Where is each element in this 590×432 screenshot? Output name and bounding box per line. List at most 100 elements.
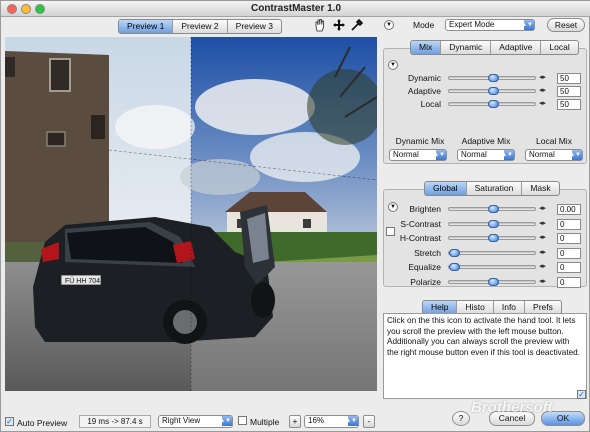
- global-value-field[interactable]: 0: [557, 276, 581, 288]
- chevron-down-icon: ▲▼: [433, 152, 445, 158]
- global-slider[interactable]: [448, 234, 536, 242]
- tab-preview-3[interactable]: Preview 3: [228, 20, 281, 33]
- tab-preview-2[interactable]: Preview 2: [173, 20, 228, 33]
- stepper-arrows-icon[interactable]: ◂▸: [539, 99, 546, 107]
- global-value-field[interactable]: 0: [557, 262, 581, 273]
- global-slider[interactable]: [448, 277, 536, 286]
- move-icon[interactable]: [332, 18, 346, 32]
- auto-preview-checkbox[interactable]: ✓: [5, 417, 14, 426]
- slider-knob[interactable]: [487, 74, 499, 82]
- slider-knob[interactable]: [487, 219, 499, 228]
- dynamic-mix-value: Normal: [393, 150, 419, 159]
- help-corner-checkbox[interactable]: ✓: [577, 390, 586, 399]
- mix-value-field[interactable]: 50: [557, 73, 581, 84]
- tab-saturation[interactable]: Saturation: [467, 182, 523, 195]
- global-slider-label: Polarize: [410, 276, 441, 287]
- mode-label: Mode: [413, 20, 435, 30]
- preview-tabs: Preview 1 Preview 2 Preview 3: [118, 19, 282, 34]
- local-mix-label: Local Mix: [536, 136, 572, 146]
- slider-knob[interactable]: [487, 234, 499, 242]
- global-slider-label: Equalize: [408, 262, 441, 272]
- global-value-field[interactable]: 0.00: [557, 204, 581, 215]
- slider-knob[interactable]: [487, 87, 499, 95]
- slider-knob[interactable]: [449, 263, 460, 271]
- stepper-arrows-icon[interactable]: ◂▸: [539, 219, 546, 227]
- global-slider[interactable]: [448, 263, 536, 271]
- global-slider-label: S-Contrast: [400, 218, 441, 229]
- global-value-field[interactable]: 0: [557, 233, 581, 244]
- help-text: Click on the this icon to activate the h…: [387, 316, 580, 357]
- stepper-arrows-icon[interactable]: ◂▸: [539, 73, 546, 81]
- multiple-label: Multiple: [250, 417, 280, 427]
- multiple-checkbox[interactable]: [238, 416, 247, 425]
- window-title: ContrastMaster 1.0: [250, 3, 342, 14]
- hand-icon[interactable]: [313, 18, 327, 32]
- global-value-field[interactable]: 0: [557, 218, 581, 230]
- local-mix-value: Normal: [529, 150, 555, 159]
- app-window: ContrastMaster 1.0 Preview 1 Preview 2 P…: [0, 0, 590, 432]
- chevron-down-icon: ▲▼: [345, 418, 357, 424]
- zoom-in-button[interactable]: +: [289, 415, 301, 428]
- mix-tabs: Mix Dynamic Adaptive Local: [410, 40, 579, 55]
- auto-preview-label: Auto Preview: [17, 418, 68, 428]
- mix-slider-label: Local: [420, 99, 441, 109]
- mix-disclosure-icon[interactable]: ▼: [388, 60, 398, 70]
- slider-knob[interactable]: [487, 277, 499, 286]
- dynamic-mix-label: Dynamic Mix: [395, 136, 445, 146]
- reset-button[interactable]: Reset: [547, 18, 585, 32]
- tab-local[interactable]: Local: [541, 41, 577, 54]
- stepper-arrows-icon[interactable]: ◂▸: [539, 86, 546, 94]
- stepper-arrows-icon[interactable]: ◂▸: [539, 248, 546, 256]
- image-preview[interactable]: FÜ HH 704: [5, 37, 377, 391]
- mix-slider[interactable]: [448, 100, 536, 108]
- help-button[interactable]: ?: [452, 411, 470, 426]
- mode-disclosure-icon[interactable]: ▼: [384, 20, 394, 30]
- watermark-logo: Brothersoft: [471, 399, 553, 416]
- mode-select-value: Expert Mode: [449, 20, 495, 29]
- stepper-arrows-icon[interactable]: ◂▸: [539, 262, 546, 270]
- minimize-window-button[interactable]: [21, 4, 31, 14]
- svg-text:FÜ HH 704: FÜ HH 704: [65, 277, 100, 285]
- stepper-arrows-icon[interactable]: ◂▸: [539, 277, 546, 285]
- tab-global[interactable]: Global: [425, 182, 467, 195]
- close-window-button[interactable]: [7, 4, 17, 14]
- global-slider[interactable]: [448, 205, 536, 213]
- global-slider[interactable]: [448, 219, 536, 228]
- dynamic-mix-select[interactable]: Normal ▲▼: [389, 149, 447, 161]
- tab-preview-1[interactable]: Preview 1: [119, 20, 174, 33]
- zoom-out-button[interactable]: -: [363, 415, 375, 428]
- stepper-arrows-icon[interactable]: ◂▸: [539, 204, 546, 212]
- view-select-value: Right View: [162, 416, 201, 425]
- zoom-value: 16%: [308, 416, 325, 425]
- tab-dynamic[interactable]: Dynamic: [441, 41, 492, 54]
- stepper-arrows-icon[interactable]: ◂▸: [539, 233, 546, 241]
- chevron-down-icon: ▲▼: [501, 152, 513, 158]
- tab-mask[interactable]: Mask: [522, 182, 558, 195]
- global-value-field[interactable]: 0: [557, 247, 581, 259]
- preview-photo: FÜ HH 704: [5, 37, 377, 391]
- slider-knob[interactable]: [487, 100, 499, 108]
- local-mix-select[interactable]: Normal ▲▼: [525, 149, 583, 161]
- mix-value-field[interactable]: 50: [557, 99, 581, 110]
- tab-adaptive[interactable]: Adaptive: [491, 41, 542, 54]
- zoom-window-button[interactable]: [35, 4, 45, 14]
- chevron-down-icon: ▲▼: [521, 22, 533, 28]
- adaptive-mix-select[interactable]: Normal ▲▼: [457, 149, 515, 161]
- mode-select[interactable]: Expert Mode ▲▼: [445, 19, 535, 31]
- adaptive-mix-label: Adaptive Mix: [461, 136, 511, 146]
- mix-value-field[interactable]: 50: [557, 86, 581, 97]
- global-slider[interactable]: [448, 248, 536, 257]
- view-select[interactable]: Right View ▲▼: [158, 415, 233, 428]
- slider-knob[interactable]: [449, 248, 460, 257]
- mix-slider-label: Adaptive: [407, 86, 441, 96]
- mix-slider[interactable]: [448, 74, 536, 82]
- mix-slider[interactable]: [448, 87, 536, 95]
- global-slider-label: Stretch: [414, 247, 441, 258]
- zoom-select[interactable]: 16% ▲▼: [304, 415, 359, 428]
- adaptive-mix-value: Normal: [461, 150, 487, 159]
- slider-knob[interactable]: [487, 205, 499, 213]
- tab-mix[interactable]: Mix: [411, 41, 442, 54]
- chevron-down-icon: ▲▼: [219, 418, 231, 424]
- eyedropper-icon[interactable]: [350, 18, 364, 32]
- global-slider-label: Brighten: [409, 204, 441, 214]
